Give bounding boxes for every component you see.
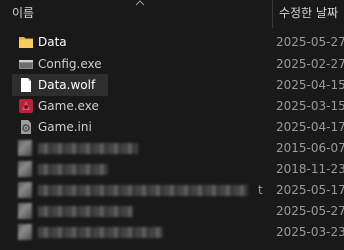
file-row-redacted[interactable]: 2015-06-07 [12,137,344,159]
file-date: 2025-05-27 [276,204,344,218]
file-row-game-exe[interactable]: Game.exe 2025-03-15 [12,95,344,117]
folder-icon [19,37,33,48]
file-date: 2025-04-17 [276,120,344,134]
file-name: Config.exe [38,57,102,71]
file-row-redacted[interactable]: t 2025-05-17 [12,179,344,201]
blurred-file-name [38,185,248,196]
document-icon [21,78,31,92]
game-app-icon [19,99,33,113]
file-row-redacted[interactable]: 2018-11-23 [12,158,344,180]
column-divider[interactable] [272,0,273,28]
file-date: 2025-04-15 [276,78,344,92]
name-column-header[interactable]: 이름 [12,4,34,21]
file-name: Data [38,35,67,49]
blurred-file-name [38,143,138,154]
column-header-bar: 이름 수정한 날짜 [0,0,344,28]
file-row-game-ini[interactable]: Game.ini 2025-04-17 [12,116,344,138]
file-date: 2018-11-23 [276,162,344,176]
blurred-file-icon [18,224,32,240]
date-modified-column-header[interactable]: 수정한 날짜 [279,4,338,21]
file-name: Data.wolf [38,78,96,92]
blurred-file-icon [18,140,32,156]
file-name: Game.exe [38,99,99,113]
file-row-redacted[interactable]: 2025-03-23 [12,221,344,243]
file-explorer-list: 이름 수정한 날짜 Data 2025-05-27 Config.exe 202… [0,0,344,250]
file-date: 2025-05-17 [276,183,344,197]
file-row-redacted[interactable]: 2025-05-27 [12,200,344,222]
file-date: 2015-06-07 [276,141,344,155]
sort-ascending-icon [135,0,145,6]
file-row-data-folder[interactable]: Data 2025-05-27 [12,31,344,53]
file-name: Game.ini [38,120,92,134]
file-date: 2025-02-27 [276,57,344,71]
blurred-file-name [38,164,108,175]
application-window-icon [19,60,33,69]
blurred-file-icon [18,203,32,219]
file-row-config-exe[interactable]: Config.exe 2025-02-27 [12,53,344,75]
blurred-file-icon [18,182,32,198]
blurred-file-name [38,227,163,238]
file-name-tail: t [258,183,263,197]
file-row-data-wolf[interactable]: Data.wolf 2025-04-15 [12,74,344,96]
settings-file-icon [21,120,31,134]
file-date: 2025-05-27 [276,35,344,49]
file-date: 2025-03-23 [276,225,344,239]
blurred-file-name [38,206,133,217]
file-date: 2025-03-15 [276,99,344,113]
blurred-file-icon [18,161,32,177]
